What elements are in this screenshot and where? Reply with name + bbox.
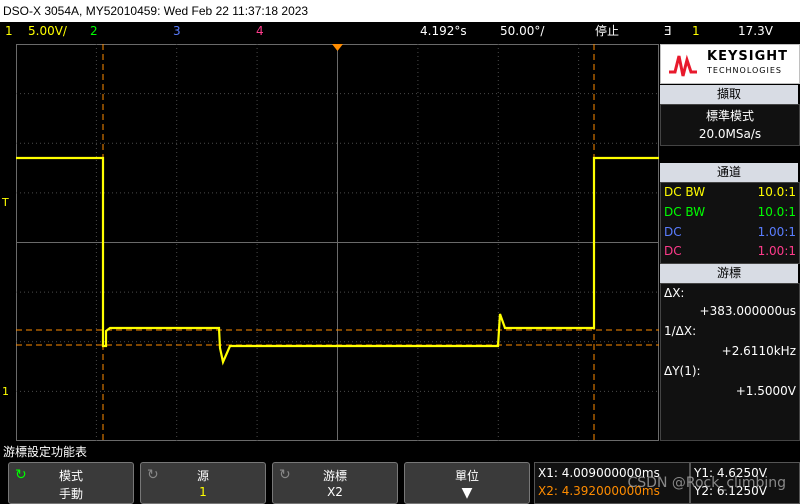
softkey-mode-label: 模式 [58,469,83,483]
ch3-number[interactable]: 3 [173,22,181,41]
ch1-ground-marker: 1 [2,385,9,398]
cursors-header: 游標 [660,264,798,283]
ch2-ratio: 10.0:1 [757,205,796,219]
inv-delta-x-label: 1/ΔX: [664,324,697,338]
waveform-display[interactable] [16,44,659,441]
softkey-cursors-value: X2 [327,485,343,499]
trigger-marker: T [2,196,9,209]
ch1-ratio: 10.0:1 [757,185,796,199]
submenu-arrow-icon: ▼ [461,485,473,501]
ch1-scale[interactable]: 5.00V/ [28,22,67,41]
delta-y-label: ΔY(1): [664,364,701,378]
menu-title: 游標設定功能表 [3,445,88,459]
channels-header: 通道 [660,163,798,182]
delta-x-value: +383.000000us [699,304,796,318]
softkey-units[interactable]: 單位 ▼ [404,462,530,504]
acquire-header: 擷取 [660,85,798,104]
acquire-mode: 標準模式 [705,109,754,123]
ch1-number[interactable]: 1 [5,22,13,41]
softkey-source-label: 源 [196,469,209,483]
status-bar: 1 5.00V/ 2 3 4 4.192°s 50.00°/ 停止 Ǝ 1 17… [0,22,800,41]
ch4-number[interactable]: 4 [256,22,264,41]
watermark: CSDN @Rock_climbing [627,475,786,491]
inv-delta-x-value: +2.6110kHz [721,344,796,358]
ch4-coupling: DC [664,244,682,258]
brand-name: KEYSIGHT [707,49,788,64]
time-delay[interactable]: 4.192°s [420,22,467,41]
titlebar: DSO-X 3054A, MY52010459: Wed Feb 22 11:3… [0,0,800,22]
channels-box[interactable]: DC BW 10.0:1 DC BW 10.0:1 DC 1.00:1 DC 1… [660,182,800,264]
ch1-coupling: DC BW [664,185,706,199]
brand-box: KEYSIGHT TECHNOLOGIES [660,44,800,84]
waveform-grid [16,44,659,441]
softkey-mode[interactable]: ↻ 模式 手動 [8,462,134,504]
trigger-edge-icon: Ǝ [664,24,672,38]
titlebar-text: DSO-X 3054A, MY52010459: Wed Feb 22 11:3… [3,4,309,18]
trigger-level[interactable]: 17.3V [738,22,773,41]
delta-y-value: +1.5000V [735,384,796,398]
delta-x-label: ΔX: [664,286,685,300]
softkey-cursors[interactable]: ↻ 游標 X2 [272,462,398,504]
run-state[interactable]: 停止 [595,22,619,41]
brand-sub: TECHNOLOGIES [707,66,782,75]
softkey-source[interactable]: ↻ 源 1 [140,462,266,504]
keysight-logo-icon [669,54,697,77]
softkey-mode-value: 手動 [58,487,83,501]
softkey-units-label: 單位 [454,469,479,483]
cursors-box[interactable]: ΔX: +383.000000us 1/ΔX: +2.6110kHz ΔY(1)… [660,283,800,441]
time-scale[interactable]: 50.00°/ [500,22,544,41]
ch3-ratio: 1.00:1 [757,225,796,239]
ch2-coupling: DC BW [664,205,706,219]
acquire-rate: 20.0MSa/s [698,127,762,141]
softkey-cursors-label: 游標 [322,469,347,483]
ch3-coupling: DC [664,225,682,239]
right-panel: KEYSIGHT TECHNOLOGIES 擷取 標準模式 20.0MSa/s … [660,44,800,441]
acquire-box[interactable]: 標準模式 20.0MSa/s [660,104,800,146]
ch2-number[interactable]: 2 [90,22,98,41]
trigger-channel[interactable]: 1 [692,22,700,41]
ch4-ratio: 1.00:1 [757,244,796,258]
softkey-source-value: 1 [199,485,207,499]
